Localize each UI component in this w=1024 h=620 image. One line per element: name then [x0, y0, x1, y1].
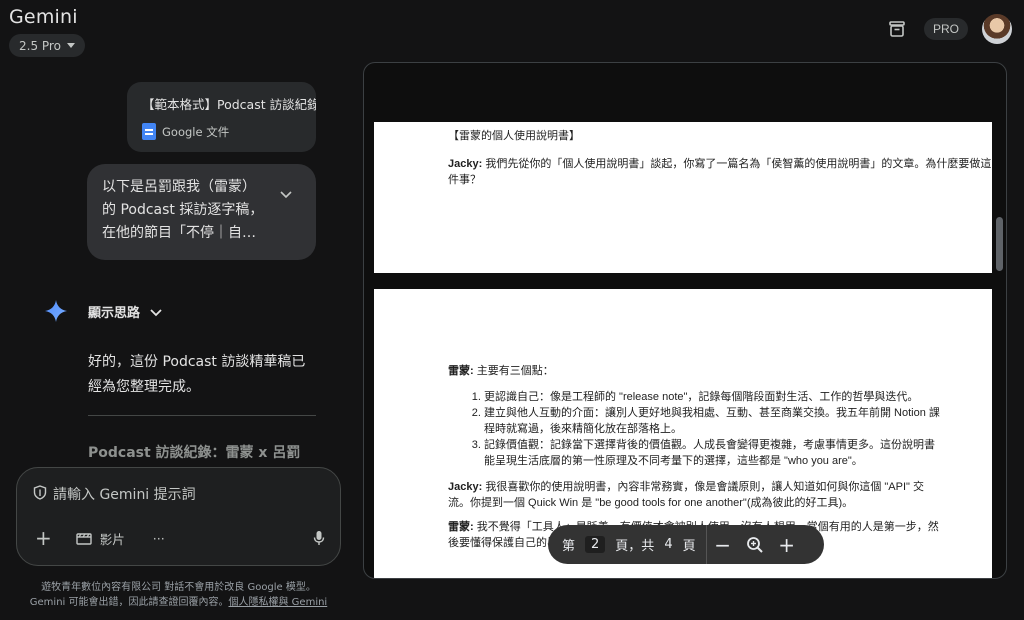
- prompt-placeholder: 請輸入 Gemini 提示詞: [53, 487, 196, 503]
- document-page: 【雷蒙的個人使用說明書】 Jacky: 我們先從你的「個人使用說明書」談起，你寫…: [374, 122, 992, 273]
- page-controls: 第 2 頁，共 4 頁 − +: [548, 525, 824, 564]
- archive-icon[interactable]: [884, 16, 910, 42]
- paragraph-text: 我很喜歡你的使用說明書，內容非常務實，像是會議原則，讓人知道如何與你這個 "AP…: [448, 481, 924, 509]
- prompt-box: 請輸入 Gemini 提示詞 + 影片 ···: [16, 467, 341, 566]
- list-item: 記錄價值觀：記錄當下選擇背後的價值觀。人成長會變得更複雜，考慮事情更多。這份說明…: [484, 437, 942, 469]
- zoom-out-button[interactable]: −: [707, 535, 739, 555]
- avatar[interactable]: [982, 14, 1012, 44]
- disclaimer-line1: 遊牧青年數位內容有限公司 對話不會用於改良 Google 模型。: [41, 582, 316, 593]
- privacy-link[interactable]: 個人隱私權與 Gemini: [229, 597, 328, 608]
- chevron-down-icon: [150, 302, 162, 321]
- attachment-name: 【範本格式】Podcast 訪談紀錄: [142, 97, 316, 112]
- document-paragraph: 雷蒙: 主要有三個點：: [448, 363, 942, 379]
- prompt-toolbar: + 影片 ···: [35, 528, 325, 548]
- microphone-icon[interactable]: [313, 530, 325, 546]
- divider: [88, 415, 316, 416]
- chevron-down-icon[interactable]: [280, 184, 292, 203]
- top-bar: Gemini 2.5 Pro PRO: [0, 0, 1024, 60]
- top-right-actions: PRO: [884, 14, 1012, 44]
- model-selector[interactable]: 2.5 Pro: [9, 34, 85, 57]
- thinking-label: 顯示思路: [88, 305, 141, 321]
- disclaimer-text: Gemini 可能會出錯，因此請查證回覆內容。: [29, 597, 229, 608]
- document-preview: 【雷蒙的個人使用說明書】 Jacky: 我們先從你的「個人使用說明書」談起，你寫…: [363, 62, 1007, 579]
- current-page-input[interactable]: 2: [585, 536, 606, 553]
- google-docs-icon: [142, 123, 156, 140]
- shield-icon: [33, 484, 47, 504]
- page-middle: 頁，共: [615, 539, 655, 554]
- disclaimer: 遊牧青年數位內容有限公司 對話不會用於改良 Google 模型。 Gemini …: [0, 580, 357, 610]
- disclaimer-line2: Gemini 可能會出錯，因此請查證回覆內容。個人隱私權與 Gemini: [0, 595, 357, 610]
- document-paragraph: Jacky: 我們先從你的「個人使用說明書」談起，你寫了一篇名為「侯智薰的使用說…: [448, 156, 992, 188]
- show-thinking-toggle[interactable]: 顯示思路: [44, 299, 162, 323]
- speaker-label: Jacky:: [448, 158, 483, 170]
- reply-heading: Podcast 訪談紀錄：雷蒙 x 呂罰: [88, 445, 301, 461]
- document-paragraph: Jacky: 我很喜歡你的使用說明書，內容非常務實，像是會議原則，讓人知道如何與…: [448, 479, 942, 511]
- video-icon: [76, 533, 92, 545]
- more-options-button[interactable]: ···: [153, 531, 165, 546]
- zoom-icon[interactable]: [739, 536, 771, 554]
- paragraph-text: 主要有三個點：: [473, 365, 554, 377]
- zoom-in-button[interactable]: +: [771, 535, 803, 555]
- paragraph-text: 我們先從你的「個人使用說明書」談起，你寫了一篇名為「侯智薰的使用說明書」的文章。…: [448, 158, 992, 186]
- user-message: 以下是呂罰跟我（雷蒙）的 Podcast 採訪逐字稿，在他的節目「不停｜自…: [87, 164, 316, 260]
- attachment-card[interactable]: 【範本格式】Podcast 訪談紀錄 Google 文件: [127, 82, 316, 152]
- list-item: 更認識自己：像是工程師的 "release note"，記錄每個階段面對生活、工…: [484, 389, 942, 405]
- attachment-type-row: Google 文件: [142, 123, 316, 140]
- assistant-reply: 好的，這份 Podcast 訪談精華稿已經為您整理完成。: [88, 354, 306, 395]
- speaker-label: Jacky:: [448, 481, 483, 493]
- gemini-sparkle-icon: [44, 299, 68, 323]
- speaker-label: 雷蒙:: [448, 365, 474, 377]
- video-label: 影片: [99, 531, 125, 547]
- prompt-input[interactable]: 請輸入 Gemini 提示詞: [33, 484, 196, 504]
- add-icon[interactable]: +: [35, 528, 52, 548]
- user-message-text: 以下是呂罰跟我（雷蒙）的 Podcast 採訪逐字稿，在他的節目「不停｜自…: [102, 179, 264, 241]
- document-section-title: 【雷蒙的個人使用說明書】: [448, 130, 580, 142]
- video-button[interactable]: 影片: [76, 529, 125, 548]
- list-item: 建立與他人互動的介面：讓別人更好地與我相處、互動、甚至商業交換。我五年前開 No…: [484, 405, 942, 437]
- page-prefix: 第: [562, 539, 576, 554]
- attachment-type: Google 文件: [162, 124, 230, 139]
- points-list: 更認識自己：像是工程師的 "release note"，記錄每個階段面對生活、工…: [484, 389, 942, 469]
- app-title[interactable]: Gemini: [9, 6, 78, 28]
- page-suffix: 頁: [682, 539, 696, 554]
- speaker-label: 雷蒙:: [448, 521, 474, 533]
- pro-badge[interactable]: PRO: [923, 18, 968, 40]
- caret-down-icon: [66, 43, 75, 48]
- total-pages: 4: [664, 537, 673, 552]
- model-label: 2.5 Pro: [19, 38, 61, 53]
- scrollbar[interactable]: [996, 217, 1003, 271]
- page-indicator: 第 2 頁，共 4 頁: [548, 535, 696, 554]
